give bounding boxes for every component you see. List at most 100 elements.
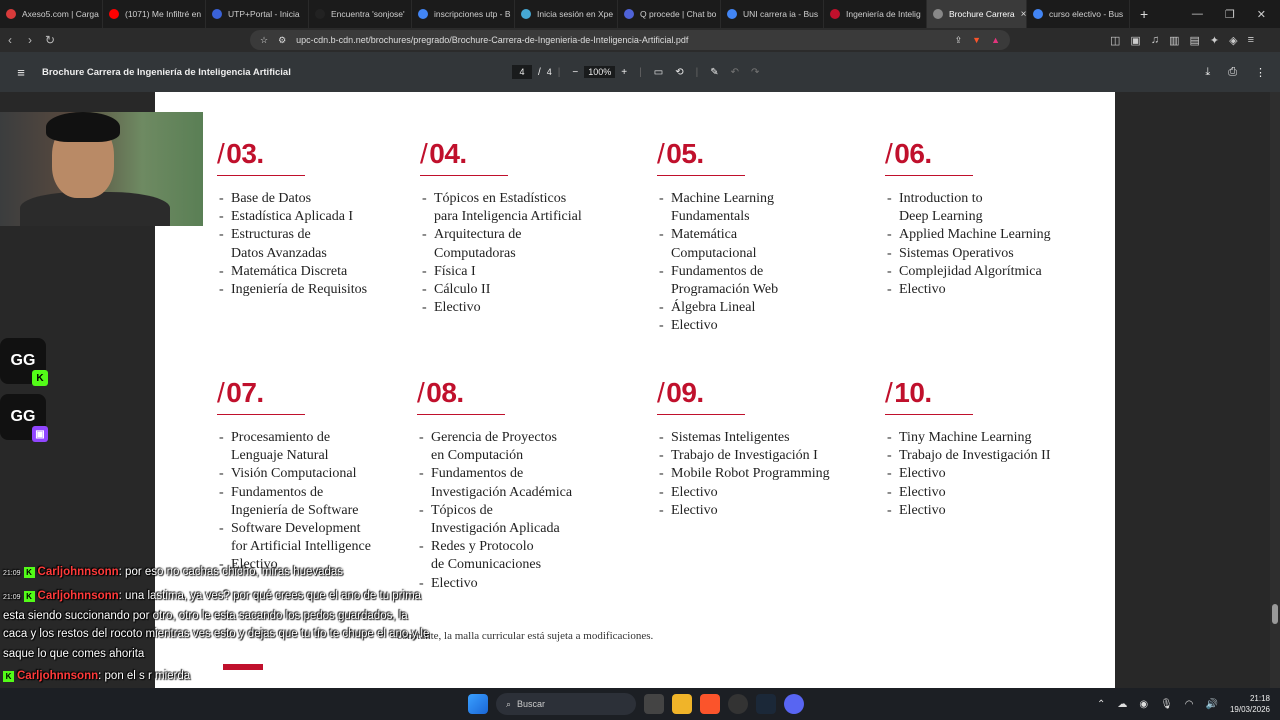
- url-bar[interactable]: ☆ ⚙ upc-cdn.b-cdn.net/brochures/pregrado…: [250, 30, 1010, 50]
- clock[interactable]: 21:18 19/03/2026: [1230, 693, 1270, 715]
- tray-app-icon[interactable]: ☁: [1117, 699, 1127, 710]
- discord-icon[interactable]: [784, 694, 804, 714]
- zoom-in-button[interactable]: +: [621, 67, 627, 78]
- tab-label: Encuentra 'sonjose': [331, 9, 405, 19]
- browser-tab[interactable]: Ingeniería de Intelig: [824, 0, 927, 28]
- file-explorer-icon[interactable]: [672, 694, 692, 714]
- course-item: Electivo: [885, 502, 1051, 520]
- close-tab-icon[interactable]: ×: [1021, 9, 1026, 20]
- semester-number-text: 05.: [666, 138, 704, 169]
- course-list: Gerencia de Proyectos en ComputaciónFund…: [417, 429, 572, 593]
- clock-date: 19/03/2026: [1229, 705, 1270, 714]
- wallet-icon[interactable]: ▤: [1189, 34, 1199, 47]
- scrollbar-thumb[interactable]: [1272, 604, 1278, 624]
- brave-rewards-icon[interactable]: ▲: [991, 35, 1000, 45]
- media-icon[interactable]: ♫: [1151, 34, 1159, 47]
- windows-taskbar: ⌕ Buscar ⌃ ☁ ◉ 🎙 ◠ 🔊 21:18 19/03/2026: [0, 688, 1280, 720]
- taskbar-search[interactable]: ⌕ Buscar: [496, 693, 636, 715]
- course-item: Gerencia de Proyectos en Computación: [417, 429, 572, 465]
- back-icon[interactable]: ‹: [0, 33, 20, 47]
- semester-number-text: 03.: [226, 138, 264, 169]
- print-icon[interactable]: ⎙: [1228, 66, 1237, 79]
- zoom-level[interactable]: 100%: [584, 66, 616, 78]
- brave-shield-icon[interactable]: ▼: [972, 35, 981, 45]
- reload-icon[interactable]: ↻: [40, 33, 60, 47]
- undo-icon[interactable]: ↶: [731, 67, 739, 78]
- share-icon[interactable]: ⇪: [955, 35, 963, 46]
- sidebar-icon[interactable]: ▥: [1169, 34, 1179, 47]
- close-window-button[interactable]: ✕: [1257, 8, 1266, 21]
- browser-tab[interactable]: Inicia sesión en Xpe: [515, 0, 618, 28]
- mic-icon[interactable]: 🎙: [1160, 699, 1173, 710]
- task-view-icon[interactable]: [644, 694, 664, 714]
- tab-label: Q procede | Chat bo: [640, 9, 717, 19]
- volume-icon[interactable]: 🔊: [1206, 699, 1218, 710]
- chat-message: saque lo que comes ahorita: [3, 648, 144, 660]
- separator: |: [695, 66, 699, 78]
- browser-tab[interactable]: Brochure Carrera ×: [927, 0, 1027, 28]
- brave-browser-icon[interactable]: [700, 694, 720, 714]
- separator: |: [639, 66, 642, 78]
- bookmark-icon[interactable]: ☆: [260, 35, 268, 46]
- semester-number-text: 10.: [894, 377, 932, 408]
- course-list: Procesamiento de Lenguaje NaturalVisión …: [217, 429, 371, 575]
- semester-number: /07.: [217, 377, 371, 409]
- semester-rule: [657, 414, 745, 415]
- slash-glyph: /: [217, 138, 225, 169]
- wifi-icon[interactable]: ◠: [1185, 699, 1194, 710]
- screenshot-icon[interactable]: ▣: [1130, 34, 1140, 47]
- minimize-button[interactable]: —: [1192, 8, 1203, 21]
- obs-icon[interactable]: [728, 694, 748, 714]
- course-item: Complejidad Algorítmica: [885, 263, 1051, 281]
- annotate-icon[interactable]: ✎: [710, 67, 718, 78]
- course-list: Tiny Machine LearningTrabajo de Investig…: [885, 429, 1051, 520]
- page-number-input[interactable]: 4: [512, 65, 532, 79]
- course-item: Tópicos de Investigación Aplicada: [417, 502, 572, 538]
- extensions-icon[interactable]: ◫: [1110, 34, 1120, 47]
- semester-rule: [217, 414, 305, 415]
- slash-glyph: /: [657, 138, 665, 169]
- tab-favicon-icon: [109, 9, 119, 19]
- browser-tab[interactable]: Encuentra 'sonjose': [309, 0, 412, 28]
- kick-icon: K: [23, 567, 35, 578]
- browser-tab[interactable]: Axeso5.com | Carga: [0, 0, 103, 28]
- browser-tab[interactable]: (1071) Me Infiltré en: [103, 0, 206, 28]
- semester-rule: [420, 175, 508, 176]
- site-info-icon[interactable]: ⚙: [278, 35, 286, 46]
- new-tab-button[interactable]: +: [1130, 6, 1158, 22]
- vpn-icon[interactable]: ◈: [1229, 34, 1237, 47]
- fit-page-icon[interactable]: ▭: [654, 67, 663, 78]
- browser-tab[interactable]: Q procede | Chat bo: [618, 0, 721, 28]
- zoom-out-button[interactable]: −: [572, 67, 578, 78]
- course-item: Electivo: [885, 484, 1051, 502]
- maximize-button[interactable]: ❐: [1225, 8, 1235, 21]
- vertical-scrollbar[interactable]: [1270, 92, 1280, 688]
- steam-icon[interactable]: [756, 694, 776, 714]
- semester-rule: [417, 414, 505, 415]
- pdf-title: Brochure Carrera de Ingeniería de Inteli…: [42, 66, 291, 78]
- course-item: Electivo: [657, 502, 830, 520]
- chat-text: : pon el s r mierda: [98, 670, 191, 682]
- browser-tab[interactable]: inscripciones utp - B: [412, 0, 515, 28]
- chat-username: Carljohnnsonn: [37, 566, 119, 578]
- download-icon[interactable]: ⤓: [1205, 66, 1210, 79]
- semester-number-text: 07.: [226, 377, 264, 408]
- chat-text: caca y los restos del rocoto mientras ve…: [3, 628, 430, 640]
- more-options-icon[interactable]: ⋮: [1255, 66, 1266, 79]
- browser-tab[interactable]: UNI carrera ia - Bus: [721, 0, 824, 28]
- semester-column: /03. Base de DatosEstadística Aplicada IE…: [217, 138, 367, 299]
- menu-icon[interactable]: ≡: [1248, 34, 1254, 47]
- course-item: Electivo: [657, 484, 830, 502]
- rotate-icon[interactable]: ⟲: [675, 67, 683, 78]
- windows-start-icon[interactable]: [468, 694, 488, 714]
- ai-icon[interactable]: ✦: [1210, 34, 1219, 47]
- chat-message: 21:09 K Carljohnnsonn: por eso no cachas c…: [3, 566, 343, 578]
- network-icon[interactable]: ◉: [1139, 699, 1148, 710]
- forward-icon[interactable]: ›: [20, 33, 40, 47]
- browser-tab[interactable]: curso electivo - Bus: [1027, 0, 1130, 28]
- browser-tab[interactable]: UTP+Portal - Inicia: [206, 0, 309, 28]
- tab-label: curso electivo - Bus: [1049, 9, 1124, 19]
- hamburger-menu-icon[interactable]: ≡: [0, 65, 42, 80]
- tray-chevron-icon[interactable]: ⌃: [1097, 699, 1105, 710]
- redo-icon[interactable]: ↷: [751, 67, 759, 78]
